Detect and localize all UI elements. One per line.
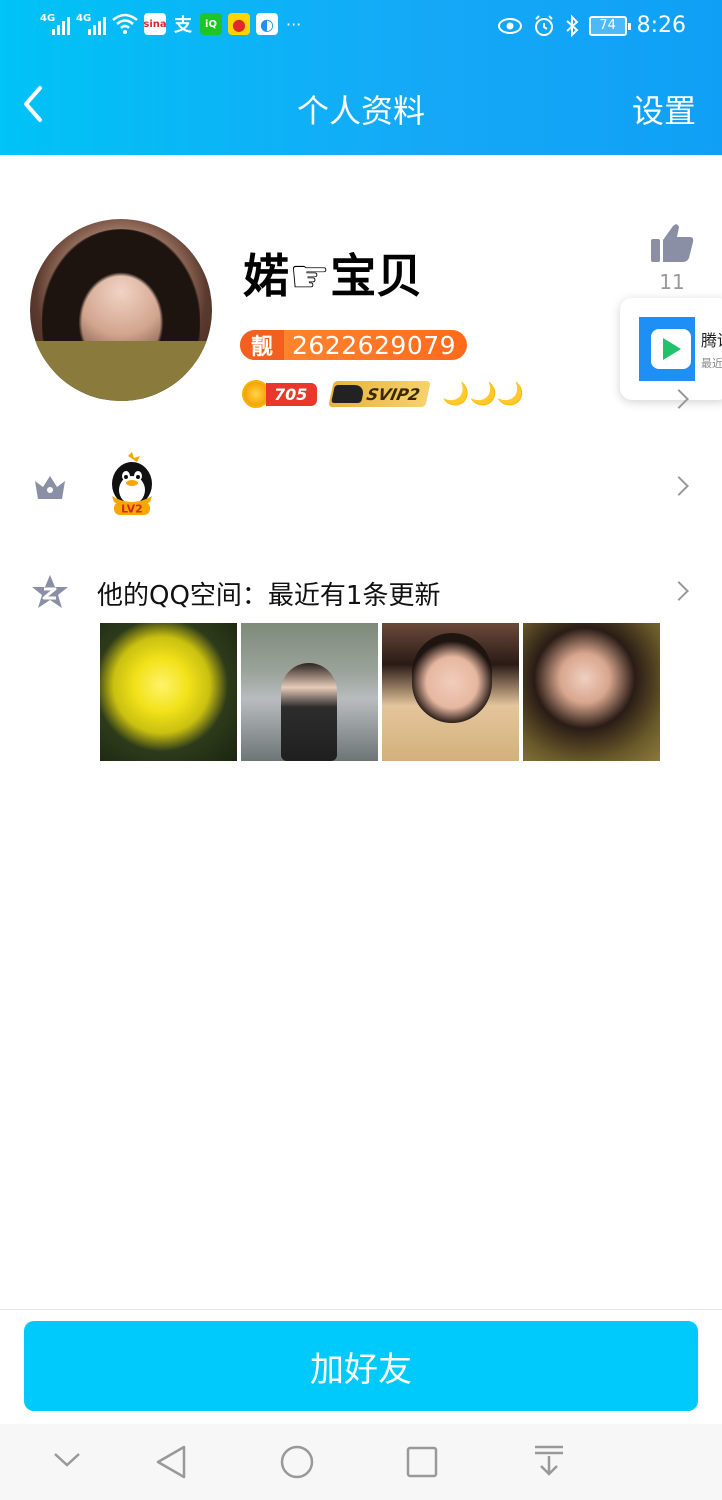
qq-browser-icon: ◐ bbox=[256, 13, 278, 35]
network-type-label: 4G bbox=[76, 13, 92, 24]
battery-icon: 74 bbox=[588, 15, 631, 36]
like-count: 11 bbox=[659, 270, 685, 294]
alarm-icon bbox=[534, 14, 553, 36]
popup-title: 腾讯 bbox=[701, 331, 722, 350]
qq-penguin-level-icon: LV2 bbox=[112, 452, 152, 516]
like-button[interactable]: 11 bbox=[648, 222, 696, 294]
more-notifications-icon: ··· bbox=[286, 14, 302, 34]
qzone-photo-strip[interactable] bbox=[100, 623, 660, 761]
alipay-icon: 支 bbox=[174, 15, 192, 36]
home-circle-icon[interactable] bbox=[279, 1444, 315, 1480]
popup-text: 腾讯 最近 bbox=[695, 317, 722, 381]
svip-label: SVIP2 bbox=[365, 384, 423, 404]
notification-pulldown-icon[interactable] bbox=[532, 1444, 566, 1480]
collapse-down-icon[interactable] bbox=[52, 1450, 82, 1470]
qzone-photo-selfie[interactable] bbox=[382, 623, 519, 761]
clock: 8:26 bbox=[636, 13, 686, 38]
status-bar-left: 4G 4G sina 支 iQ ● ◐ ··· bbox=[40, 13, 302, 36]
page-title: 个人资料 bbox=[296, 92, 425, 130]
qzone-star-icon bbox=[32, 575, 68, 608]
qzone-update-text: 他的QQ空间：最近有1条更新 bbox=[97, 581, 441, 611]
wifi-icon bbox=[112, 13, 138, 34]
level-badge: LV2 bbox=[121, 503, 143, 516]
badge-row[interactable]: 705 SVIP2 🌙🌙🌙 bbox=[242, 380, 525, 408]
chevron-right-icon[interactable] bbox=[669, 476, 689, 496]
signal-icon: 4G bbox=[76, 13, 106, 35]
bluetooth-icon bbox=[565, 14, 579, 37]
weibo-icon: ● bbox=[228, 13, 250, 35]
iqiyi-icon: iQ bbox=[200, 13, 222, 35]
qzone-photo-chrysanthemum[interactable] bbox=[100, 623, 237, 761]
tencent-video-icon bbox=[651, 329, 691, 369]
popup-banner: 腾讯 最近 bbox=[639, 317, 722, 381]
battery-level: 74 bbox=[599, 18, 616, 33]
coin-badge: 705 bbox=[242, 380, 318, 408]
eye-icon bbox=[497, 17, 522, 34]
signal-icon: 4G bbox=[40, 13, 70, 35]
header: 4G 4G sina 支 iQ ● ◐ ··· 74 8:26 个人资料 设置 bbox=[0, 0, 722, 155]
tencent-video-popup[interactable]: 腾讯 最近 bbox=[620, 298, 722, 400]
crown-icon bbox=[35, 476, 65, 499]
thumbs-up-icon bbox=[651, 224, 694, 262]
svip-hat-icon bbox=[331, 385, 366, 403]
qzone-photo-street[interactable] bbox=[241, 623, 378, 761]
nickname: 婼☞宝贝 bbox=[243, 249, 423, 303]
bottom-divider bbox=[0, 1309, 722, 1310]
qq-number: 2622629079 bbox=[292, 330, 457, 360]
svip-badge: SVIP2 bbox=[328, 381, 431, 407]
qq-number-badge[interactable]: 靓 2622629079 bbox=[240, 330, 467, 360]
avatar-sweater bbox=[30, 341, 212, 401]
network-type-label: 4G bbox=[40, 13, 56, 24]
status-bar-right: 74 8:26 bbox=[497, 13, 686, 38]
recents-square-icon[interactable] bbox=[405, 1445, 439, 1479]
qzone-photo-portrait[interactable] bbox=[523, 623, 660, 761]
settings-button[interactable]: 设置 bbox=[632, 86, 696, 132]
chevron-right-icon[interactable] bbox=[669, 581, 689, 601]
back-triangle-icon[interactable] bbox=[154, 1444, 188, 1480]
add-friend-button[interactable]: 加好友 bbox=[24, 1321, 698, 1411]
avatar[interactable] bbox=[30, 219, 212, 401]
coin-value: 705 bbox=[266, 382, 318, 406]
status-bar: 4G 4G sina 支 iQ ● ◐ ··· 74 8:26 bbox=[0, 0, 722, 56]
system-nav-bar bbox=[0, 1424, 722, 1500]
liang-tag: 靓 bbox=[240, 330, 284, 360]
sina-icon: sina bbox=[143, 13, 167, 35]
popup-subtitle: 最近 bbox=[701, 357, 722, 370]
moon-level-icons: 🌙🌙🌙 bbox=[442, 381, 525, 407]
